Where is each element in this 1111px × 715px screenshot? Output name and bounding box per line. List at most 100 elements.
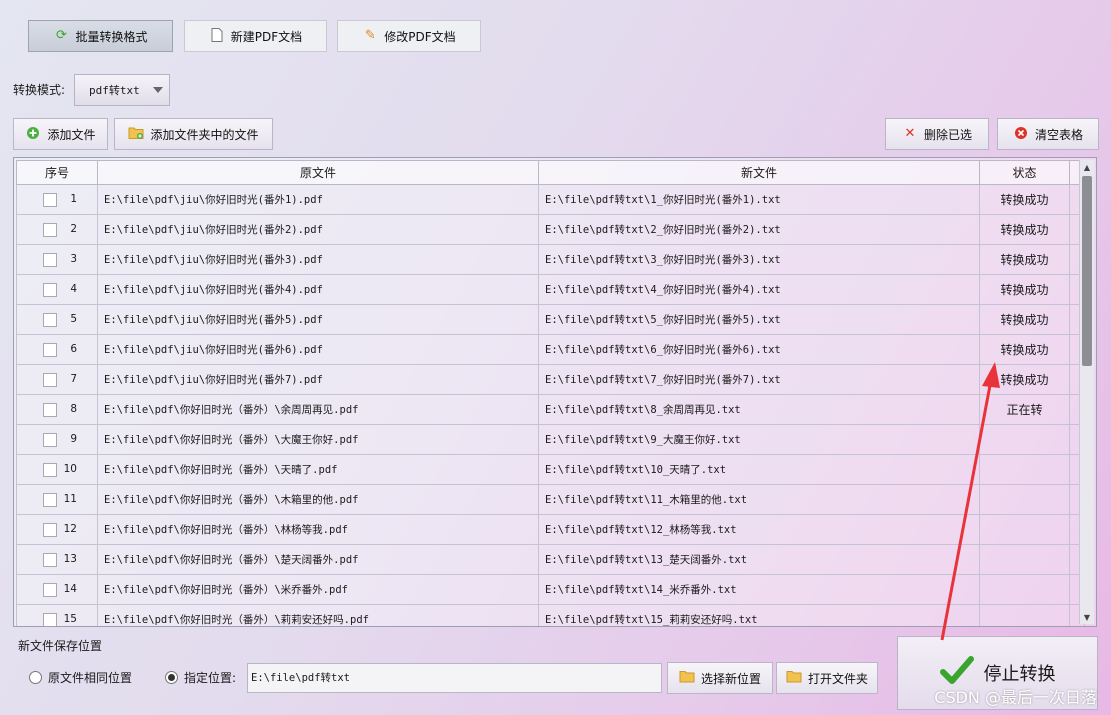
target-file-cell: E:\file\pdf转txt\12_林杨等我.txt bbox=[538, 514, 980, 545]
status-cell: 转换成功 bbox=[979, 214, 1070, 245]
status-cell bbox=[979, 424, 1070, 455]
delete-selected-button[interactable]: ✕ 删除已选 bbox=[885, 118, 989, 150]
open-folder-button[interactable]: 打开文件夹 bbox=[776, 662, 878, 694]
add-file-label: 添加文件 bbox=[47, 127, 96, 142]
table-row[interactable]: 14 E:\file\pdf\你好旧时光（番外）\米乔番外.pdf E:\file\… bbox=[16, 574, 1085, 605]
file-grid: 序号 原文件 新文件 状态 1 E:\file\pdf\jiu\你好旧时光(番外1… bbox=[16, 160, 1085, 626]
row-checkbox[interactable] bbox=[43, 432, 57, 447]
mode-select-value: pdf转txt bbox=[89, 84, 140, 97]
row-checkbox[interactable] bbox=[43, 252, 57, 267]
row-checkbox[interactable] bbox=[43, 402, 57, 417]
row-index-cell: 8 bbox=[16, 394, 98, 425]
clear-table-button[interactable]: 清空表格 bbox=[997, 118, 1099, 150]
row-index-cell: 12 bbox=[16, 514, 98, 545]
row-checkbox[interactable] bbox=[43, 582, 57, 597]
row-checkbox[interactable] bbox=[43, 522, 57, 537]
row-index: 14 bbox=[63, 582, 77, 595]
save-path-input[interactable]: E:\file\pdf转txt bbox=[247, 663, 662, 693]
delete-selected-label: 删除已选 bbox=[923, 127, 972, 142]
row-checkbox[interactable] bbox=[43, 492, 57, 507]
mode-select[interactable]: pdf转txt bbox=[74, 74, 170, 106]
status-cell bbox=[979, 604, 1070, 626]
clear-circle-icon bbox=[1013, 126, 1029, 142]
batch-convert-button[interactable]: ⟳ 批量转换格式 bbox=[28, 20, 173, 52]
new-pdf-button[interactable]: 新建PDF文档 bbox=[184, 20, 327, 52]
chevron-down-icon bbox=[153, 87, 163, 93]
status-cell: 转换成功 bbox=[979, 184, 1070, 215]
scroll-up-icon[interactable]: ▲ bbox=[1080, 160, 1094, 174]
radio-on-icon bbox=[165, 671, 178, 684]
status-cell bbox=[979, 514, 1070, 545]
table-row[interactable]: 15 E:\file\pdf\你好旧时光（番外）\莉莉安还好吗.pdf E:\fil… bbox=[16, 604, 1085, 626]
row-checkbox[interactable] bbox=[43, 312, 57, 327]
target-file-cell: E:\file\pdf转txt\13_楚天阔番外.txt bbox=[538, 544, 980, 575]
row-index: 5 bbox=[70, 312, 77, 325]
radio-same-location[interactable]: 原文件相同位置 bbox=[29, 669, 132, 686]
row-index-cell: 3 bbox=[16, 244, 98, 275]
row-index-cell: 11 bbox=[16, 484, 98, 515]
close-x-icon: ✕ bbox=[904, 126, 916, 141]
table-row[interactable]: 6 E:\file\pdf\jiu\你好旧时光(番外6).pdf E:\file\p… bbox=[16, 334, 1085, 365]
add-folder-button[interactable]: 添加文件夹中的文件 bbox=[114, 118, 273, 150]
col-header-index[interactable]: 序号 bbox=[16, 160, 98, 185]
mode-label: 转换模式: bbox=[13, 83, 66, 97]
table-row[interactable]: 12 E:\file\pdf\你好旧时光（番外）\林杨等我.pdf E:\file\… bbox=[16, 514, 1085, 545]
row-index: 7 bbox=[70, 372, 77, 385]
table-row[interactable]: 11 E:\file\pdf\你好旧时光（番外）\木箱里的他.pdf E:\file… bbox=[16, 484, 1085, 515]
row-index-cell: 10 bbox=[16, 454, 98, 485]
row-checkbox[interactable] bbox=[43, 282, 57, 297]
pencil-icon: ✎ bbox=[364, 28, 376, 43]
open-folder-icon bbox=[786, 670, 802, 686]
table-row[interactable]: 13 E:\file\pdf\你好旧时光（番外）\楚天阔番外.pdf E:\file… bbox=[16, 544, 1085, 575]
row-index-cell: 13 bbox=[16, 544, 98, 575]
table-row[interactable]: 1 E:\file\pdf\jiu\你好旧时光(番外1).pdf E:\file\p… bbox=[16, 184, 1085, 215]
target-file-cell: E:\file\pdf转txt\8_余周周再见.txt bbox=[538, 394, 980, 425]
table-row[interactable]: 9 E:\file\pdf\你好旧时光（番外）\大魔王你好.pdf E:\file\… bbox=[16, 424, 1085, 455]
col-header-source[interactable]: 原文件 bbox=[97, 160, 539, 185]
target-file-cell: E:\file\pdf转txt\6_你好旧时光(番外6).txt bbox=[538, 334, 980, 365]
batch-convert-label: 批量转换格式 bbox=[75, 29, 148, 44]
row-checkbox[interactable] bbox=[43, 612, 57, 626]
row-checkbox[interactable] bbox=[43, 222, 57, 237]
choose-location-button[interactable]: 选择新位置 bbox=[667, 662, 773, 694]
target-file-cell: E:\file\pdf转txt\14_米乔番外.txt bbox=[538, 574, 980, 605]
plus-circle-icon bbox=[25, 126, 41, 142]
table-row[interactable]: 8 E:\file\pdf\你好旧时光（番外）\余周周再见.pdf E:\file\… bbox=[16, 394, 1085, 425]
status-cell: 正在转 bbox=[979, 394, 1070, 425]
source-file-cell: E:\file\pdf\你好旧时光（番外）\木箱里的他.pdf bbox=[97, 484, 539, 515]
row-checkbox[interactable] bbox=[43, 342, 57, 357]
row-checkbox[interactable] bbox=[43, 192, 57, 207]
top-toolbar: ⟳ 批量转换格式 新建PDF文档 ✎ 修改PDF文档 bbox=[0, 0, 1111, 68]
row-checkbox[interactable] bbox=[43, 372, 57, 387]
table-header-row: 序号 原文件 新文件 状态 bbox=[16, 160, 1085, 185]
table-row[interactable]: 5 E:\file\pdf\jiu\你好旧时光(番外5).pdf E:\file\p… bbox=[16, 304, 1085, 335]
table-row[interactable]: 2 E:\file\pdf\jiu\你好旧时光(番外2).pdf E:\file\p… bbox=[16, 214, 1085, 245]
table-row[interactable]: 4 E:\file\pdf\jiu\你好旧时光(番外4).pdf E:\file\p… bbox=[16, 274, 1085, 305]
edit-pdf-button[interactable]: ✎ 修改PDF文档 bbox=[337, 20, 481, 52]
row-checkbox[interactable] bbox=[43, 462, 57, 477]
radio-off-icon bbox=[29, 671, 42, 684]
col-header-status[interactable]: 状态 bbox=[979, 160, 1070, 185]
table-row[interactable]: 7 E:\file\pdf\jiu\你好旧时光(番外7).pdf E:\file\p… bbox=[16, 364, 1085, 395]
document-icon bbox=[209, 28, 225, 44]
col-header-target[interactable]: 新文件 bbox=[538, 160, 980, 185]
target-file-cell: E:\file\pdf转txt\1_你好旧时光(番外1).txt bbox=[538, 184, 980, 215]
refresh-icon: ⟳ bbox=[56, 28, 67, 43]
status-cell: 转换成功 bbox=[979, 334, 1070, 365]
source-file-cell: E:\file\pdf\你好旧时光（番外）\楚天阔番外.pdf bbox=[97, 544, 539, 575]
table-row[interactable]: 3 E:\file\pdf\jiu\你好旧时光(番外3).pdf E:\file\p… bbox=[16, 244, 1085, 275]
target-file-cell: E:\file\pdf转txt\7_你好旧时光(番外7).txt bbox=[538, 364, 980, 395]
scroll-down-icon[interactable]: ▼ bbox=[1080, 610, 1094, 624]
row-checkbox[interactable] bbox=[43, 552, 57, 567]
radio-specified-location[interactable]: 指定位置: bbox=[165, 669, 236, 686]
status-cell: 转换成功 bbox=[979, 274, 1070, 305]
specified-label: 指定位置: bbox=[184, 671, 237, 685]
add-file-button[interactable]: 添加文件 bbox=[13, 118, 108, 150]
target-file-cell: E:\file\pdf转txt\10_天晴了.txt bbox=[538, 454, 980, 485]
table-row[interactable]: 10 E:\file\pdf\你好旧时光（番外）\天晴了.pdf E:\file\p… bbox=[16, 454, 1085, 485]
row-index: 15 bbox=[63, 612, 77, 625]
new-pdf-label: 新建PDF文档 bbox=[230, 29, 303, 44]
scroll-thumb[interactable] bbox=[1082, 176, 1092, 366]
row-index: 8 bbox=[70, 402, 77, 415]
vertical-scrollbar[interactable]: ▲ ▼ bbox=[1079, 160, 1094, 624]
